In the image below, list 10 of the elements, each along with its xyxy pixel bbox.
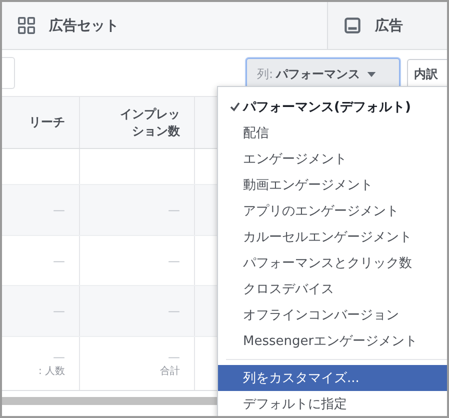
table-cell: —: [168, 203, 180, 217]
table-cell: —: [168, 350, 180, 364]
table-cell: —: [168, 304, 180, 318]
summary-label: : 人数: [38, 364, 65, 378]
table-cell: —: [53, 350, 65, 364]
table-cell: —: [53, 304, 65, 318]
summary-label: 合計: [160, 364, 180, 378]
table-cell: —: [53, 203, 65, 217]
table-cell: —: [53, 254, 65, 268]
table-cell: —: [168, 254, 180, 268]
